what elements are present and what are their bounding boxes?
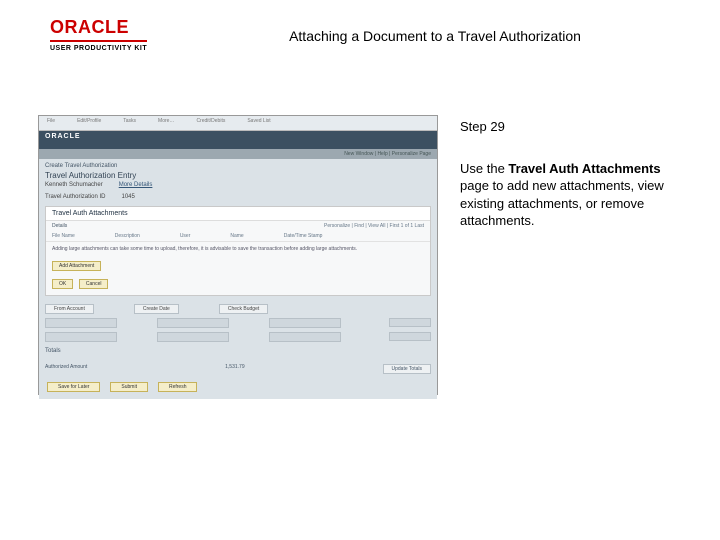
app-brand: ORACLE — [39, 131, 437, 149]
tab-item: Credit/Debits — [196, 118, 225, 130]
refresh-button[interactable]: Refresh — [158, 382, 198, 392]
step-label: Step 29 — [460, 118, 690, 136]
oracle-subtitle: USER PRODUCTIVITY KIT — [50, 40, 147, 52]
auth-id-value: 1045 — [121, 194, 134, 200]
auth-id-label: Travel Authorization ID — [45, 194, 105, 200]
instruction-bold: Travel Auth Attachments — [508, 161, 660, 176]
col-header: Date/Time Stamp — [284, 233, 323, 239]
cancel-button[interactable]: Cancel — [79, 279, 109, 289]
submit-button[interactable]: Submit — [110, 382, 148, 392]
instruction-post: page to add new attachments, view existi… — [460, 178, 664, 228]
totals-label: Totals — [45, 348, 431, 354]
oracle-logo: ORACLE — [50, 18, 147, 36]
instruction-text: Use the Travel Auth Attachments page to … — [460, 160, 690, 230]
page-heading: Travel Authorization Entry — [45, 171, 431, 180]
add-attachment-button[interactable]: Add Attachment — [52, 261, 101, 271]
grid-header: From Account Create Date Check Budget — [45, 304, 431, 314]
instruction-panel: Step 29 Use the Travel Auth Attachments … — [460, 118, 690, 230]
col-header: User — [180, 233, 191, 239]
tab-item: More… — [158, 118, 174, 130]
col-header: Description — [115, 233, 140, 239]
instruction-pre: Use the — [460, 161, 508, 176]
save-for-later-button[interactable]: Save for Later — [47, 382, 100, 392]
grid-row — [45, 318, 431, 328]
oracle-logo-block: ORACLE USER PRODUCTIVITY KIT — [50, 18, 147, 52]
panel-columns: File Name Description User Name Date/Tim… — [46, 231, 430, 242]
tab-item: Saved List — [247, 118, 270, 130]
panel-toolbar-text: Personalize | Find | View All | First 1 … — [324, 223, 424, 229]
tab-item: Tasks — [123, 118, 136, 130]
attachments-panel: Travel Auth Attachments Details Personal… — [45, 206, 431, 296]
panel-subhead: Details — [52, 223, 67, 229]
grid-row — [45, 332, 431, 342]
ok-button[interactable]: OK — [52, 279, 73, 289]
grid-col: Check Budget — [219, 304, 268, 314]
embedded-screenshot: File Edit/Profile Tasks More… Credit/Deb… — [38, 115, 438, 395]
breadcrumb: Create Travel Authorization — [45, 163, 431, 169]
tab-item: File — [47, 118, 55, 130]
update-totals-button[interactable]: Update Totals — [383, 364, 431, 374]
app-tabs: File Edit/Profile Tasks More… Credit/Deb… — [39, 116, 437, 131]
tab-item: Edit/Profile — [77, 118, 101, 130]
grid-col: From Account — [45, 304, 94, 314]
authorized-amount-value: 1,531.79 — [225, 364, 244, 374]
more-details-link: More Details — [119, 182, 153, 188]
grid-col: Create Date — [134, 304, 179, 314]
authorized-amount-label: Authorized Amount — [45, 364, 87, 374]
page-title: Attaching a Document to a Travel Authori… — [190, 28, 680, 44]
col-header: File Name — [52, 233, 75, 239]
panel-note: Adding large attachments can take some t… — [46, 242, 430, 257]
employee-name: Kenneth Schumacher — [45, 182, 103, 188]
col-header: Name — [230, 233, 243, 239]
window-links: New Window | Help | Personalize Page — [39, 149, 437, 159]
panel-title: Travel Auth Attachments — [46, 207, 430, 221]
